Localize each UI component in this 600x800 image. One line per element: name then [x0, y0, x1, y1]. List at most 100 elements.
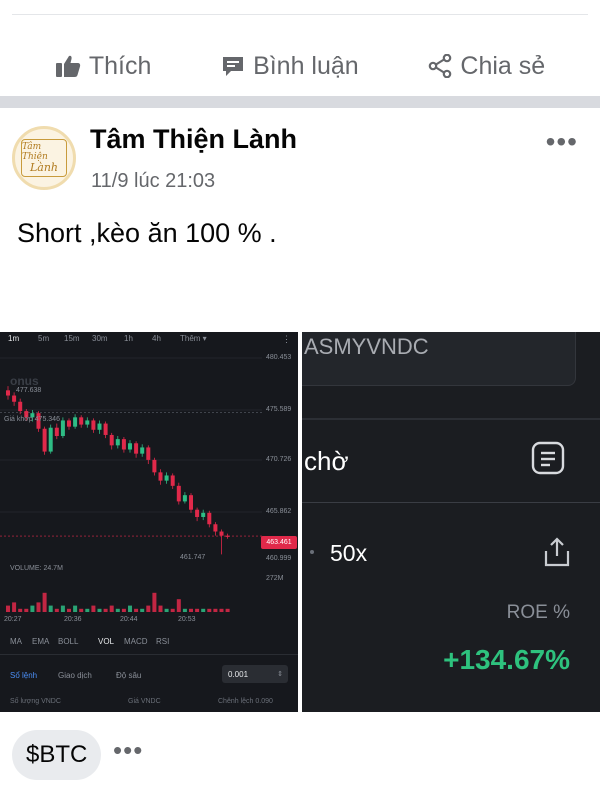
avatar[interactable]: Tâm Thiện Lành	[12, 126, 76, 190]
post-separator	[0, 96, 600, 108]
candle-body	[91, 420, 96, 430]
volume-bar	[176, 599, 181, 612]
symbol-label: ASMYVNDC	[304, 334, 429, 359]
timeframe-1[interactable]: 5m	[38, 334, 49, 343]
indicator-tab-ema[interactable]: EMA	[32, 637, 49, 646]
volume-bar	[158, 605, 163, 612]
timeframe-6[interactable]: Thêm ▾	[180, 334, 207, 343]
indicator-tab-rsi[interactable]: RSI	[156, 637, 169, 646]
share-label: Chia sẻ	[460, 51, 546, 80]
orderbook-tab-0[interactable]: Sổ lệnh	[10, 671, 37, 680]
pending-orders-label: chờ	[304, 446, 349, 476]
current-price-tag: 463.461	[261, 536, 297, 549]
roe-label: ROE %	[506, 602, 570, 623]
comment-button[interactable]: Bình luận	[221, 52, 359, 81]
volume-bar	[36, 602, 41, 612]
candle-body	[182, 495, 187, 502]
orderbook-tab-2[interactable]: Độ sâu	[116, 671, 141, 680]
volume-bar	[24, 608, 29, 612]
avatar-logo-line2: Lành	[29, 161, 59, 174]
post-images: 463.461 onus 477.638 Giá khớp 475.346 46…	[0, 332, 600, 712]
high-price-label: 477.638	[16, 387, 42, 394]
candle-body	[146, 447, 151, 460]
candle-body	[201, 512, 206, 517]
candle-body	[170, 475, 175, 486]
candle-body	[225, 535, 230, 537]
candle-body	[60, 420, 65, 437]
candle-body	[97, 423, 102, 430]
volume-bar	[18, 608, 23, 612]
candle-body	[189, 495, 193, 510]
position-screenshot[interactable]: ASMYVNDC chờ 50x ROE % +134.67%	[302, 332, 600, 712]
volume-bar	[164, 608, 169, 612]
indicator-tab-vol[interactable]: VOL	[98, 637, 114, 646]
stepper-icon[interactable]: ⇕	[277, 670, 283, 678]
candle-body	[176, 485, 181, 502]
timeframe-4[interactable]: 1h	[124, 334, 133, 343]
candle-body	[134, 443, 139, 454]
orderbook-column-label: Số lượng VNDC	[10, 698, 61, 705]
volume-bar	[201, 608, 206, 612]
candle-body	[42, 428, 47, 452]
share-icon	[428, 54, 452, 78]
timeframe-0[interactable]: 1m	[8, 334, 19, 343]
candle-body	[6, 390, 10, 396]
volume-bar	[73, 605, 78, 612]
avatar-logo-line1: Tâm Thiện	[22, 142, 48, 162]
volume-bar	[225, 608, 230, 612]
volume-label: VOLUME: 24.7M	[10, 565, 63, 572]
settings-icon[interactable]: ⋮	[282, 334, 291, 345]
post-timestamp[interactable]: 11/9 lúc 21:03	[91, 170, 215, 193]
volume-bar	[48, 605, 53, 612]
quantity-input[interactable]: 0.001 ⇕	[222, 665, 288, 683]
timeframe-5[interactable]: 4h	[152, 334, 161, 343]
leverage-value: 50x	[330, 540, 368, 566]
candle-body	[164, 475, 169, 481]
author-name[interactable]: Tâm Thiện Lành	[90, 124, 297, 155]
candle-body	[140, 447, 145, 454]
volume-bar	[128, 605, 132, 612]
document-icon[interactable]	[530, 440, 566, 481]
orderbook-tab-1[interactable]: Giao dịch	[58, 671, 92, 680]
volume-bar	[207, 608, 212, 612]
volume-bar	[170, 608, 175, 612]
hashtag-label: $BTC	[26, 741, 88, 768]
indicator-tab-boll[interactable]: BOLL	[58, 637, 78, 646]
volume-bar	[42, 592, 47, 612]
more-options-icon[interactable]: •••	[113, 735, 143, 766]
candle-body	[12, 395, 17, 402]
volume-bar	[60, 605, 65, 612]
candle-body	[158, 472, 163, 481]
timeframe-2[interactable]: 15m	[64, 334, 80, 343]
share-button[interactable]: Chia sẻ	[428, 52, 545, 81]
volume-bar	[182, 608, 187, 612]
candle-body	[213, 524, 218, 532]
chart-screenshot[interactable]: 463.461 onus 477.638 Giá khớp 475.346 46…	[0, 332, 298, 712]
price-axis-label: 465.862	[266, 508, 292, 515]
volume-bar	[152, 592, 157, 612]
indicator-tab-ma[interactable]: MA	[10, 637, 22, 646]
volume-bar	[134, 608, 139, 612]
indicator-tab-macd[interactable]: MACD	[124, 637, 148, 646]
top-divider	[12, 14, 588, 15]
volume-bar	[121, 608, 126, 612]
price-axis-label: 480.453	[266, 354, 292, 361]
share-icon[interactable]	[542, 536, 572, 573]
hashtag-pill[interactable]: $BTC	[12, 730, 102, 780]
orderbook-column-label: Chênh lệch 0.090	[218, 698, 273, 705]
price-axis-label: 475.589	[266, 406, 292, 413]
volume-bar	[85, 608, 90, 612]
candle-body	[73, 417, 78, 427]
onus-watermark: onus	[10, 374, 39, 388]
timeframe-3[interactable]: 30m	[92, 334, 108, 343]
time-axis-label: 20:53	[178, 616, 196, 623]
volume-bar	[67, 608, 71, 612]
like-button[interactable]: Thích	[55, 52, 151, 81]
roe-value: +134.67%	[443, 644, 570, 675]
more-options-icon[interactable]: •••	[546, 126, 578, 158]
volume-bar	[97, 608, 102, 612]
volume-bar	[30, 605, 35, 612]
candle-body	[152, 459, 157, 473]
tab-underline	[302, 502, 600, 503]
time-axis-label: 20:44	[120, 616, 138, 623]
